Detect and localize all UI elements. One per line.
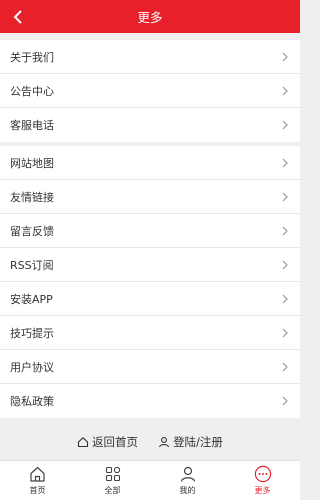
menu-item-about[interactable]: 关于我们 xyxy=(0,40,300,74)
home-icon xyxy=(29,465,47,483)
menu-item-label: 隐私政策 xyxy=(10,395,54,408)
menu-item-label: 技巧提示 xyxy=(10,326,54,340)
menu-item-label: 关于我们 xyxy=(10,50,54,64)
chevron-right-icon xyxy=(280,327,290,339)
top-bar: 更多 xyxy=(0,0,300,33)
chevron-right-icon xyxy=(280,225,290,237)
back-home-link[interactable]: 返回首页 xyxy=(77,434,138,450)
chevron-right-icon xyxy=(280,85,290,97)
menu-item-label: 公告中心 xyxy=(10,84,54,98)
chevron-left-icon xyxy=(13,9,22,24)
tab-all[interactable]: 全部 xyxy=(75,461,150,500)
login-register-link[interactable]: 登陆/注册 xyxy=(158,434,223,450)
menu-item-label: 用户协议 xyxy=(10,360,54,374)
menu-item-tips[interactable]: 技巧提示 xyxy=(0,316,300,350)
tab-label: 首页 xyxy=(29,486,46,495)
menu-item-links[interactable]: 友情链接 xyxy=(0,180,300,214)
login-register-label: 登陆/注册 xyxy=(173,434,223,449)
menu-item-label: 友情链接 xyxy=(10,190,54,204)
chevron-right-icon xyxy=(280,51,290,63)
menu-item-notice[interactable]: 公告中心 xyxy=(0,74,300,108)
chevron-right-icon xyxy=(280,119,290,131)
tab-label: 更多 xyxy=(254,486,271,495)
user-outline-icon xyxy=(159,436,170,447)
bottom-tab-bar: 首页 全部 我的 更多 xyxy=(0,460,300,500)
chevron-right-icon xyxy=(280,191,290,203)
footer-links: 返回首页 登陆/注册 xyxy=(0,423,300,460)
chevron-right-icon xyxy=(280,259,290,271)
chevron-right-icon xyxy=(280,361,290,373)
more-icon xyxy=(254,465,272,483)
menu-item-label: RSS订阅 xyxy=(10,258,54,272)
chevron-right-icon xyxy=(280,157,290,169)
menu-item-label: 留言反馈 xyxy=(10,224,54,238)
tab-mine[interactable]: 我的 xyxy=(150,461,225,500)
menu-group-2: 网站地图 友情链接 留言反馈 RSS订阅 安装APP 技巧提示 用户协议 隐私政… xyxy=(0,146,300,418)
home-outline-icon xyxy=(78,436,89,447)
user-icon xyxy=(179,465,197,483)
tab-label: 全部 xyxy=(104,486,121,495)
menu-group-1: 关于我们 公告中心 客服电话 xyxy=(0,40,300,142)
menu-item-label: 客服电话 xyxy=(10,119,54,132)
tab-home[interactable]: 首页 xyxy=(0,461,75,500)
menu-item-feedback[interactable]: 留言反馈 xyxy=(0,214,300,248)
tab-label: 我的 xyxy=(179,486,196,495)
menu-item-service-phone[interactable]: 客服电话 xyxy=(0,108,300,142)
menu-item-user-agreement[interactable]: 用户协议 xyxy=(0,350,300,384)
menu-item-rss[interactable]: RSS订阅 xyxy=(0,248,300,282)
back-button[interactable] xyxy=(6,0,30,33)
menu-item-privacy[interactable]: 隐私政策 xyxy=(0,384,300,418)
page-title: 更多 xyxy=(137,10,163,25)
chevron-right-icon xyxy=(280,293,290,305)
grid-icon xyxy=(104,465,122,483)
tab-more[interactable]: 更多 xyxy=(225,461,300,500)
chevron-right-icon xyxy=(280,395,290,407)
menu-item-sitemap[interactable]: 网站地图 xyxy=(0,146,300,180)
menu-item-install-app[interactable]: 安装APP xyxy=(0,282,300,316)
back-home-label: 返回首页 xyxy=(92,434,139,449)
menu-item-label: 网站地图 xyxy=(10,156,54,170)
menu-item-label: 安装APP xyxy=(10,292,53,306)
